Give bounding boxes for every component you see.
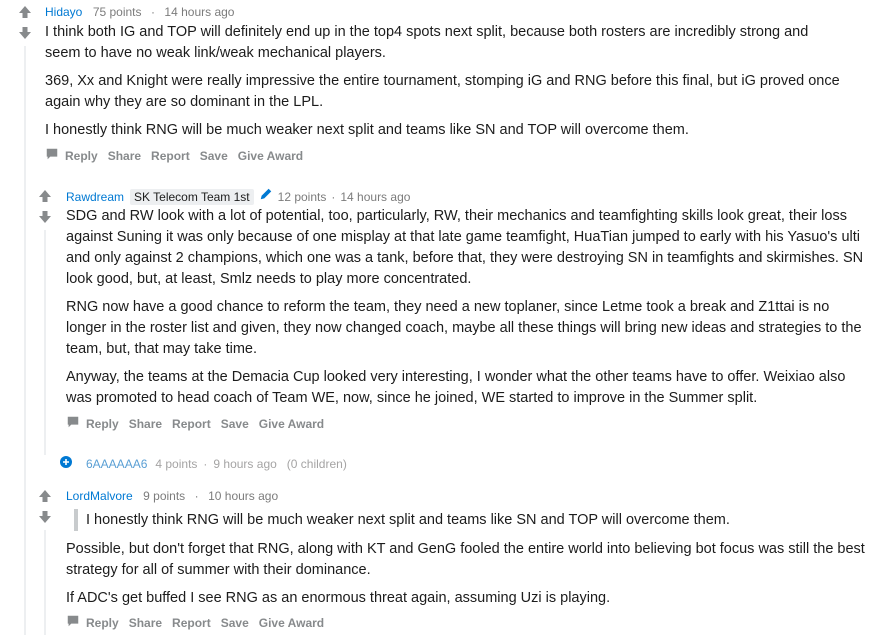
comment-paragraph: If ADC's get buffed I see RNG as an enor… — [66, 590, 611, 606]
upvote-arrow-icon[interactable] — [37, 488, 53, 504]
comment-actions: Reply Share Report Save Give Award — [45, 147, 313, 164]
comment-actions: Reply Share Report Save Give Award — [66, 614, 334, 631]
comment-paragraph: I honestly think RNG will be much weaker… — [45, 122, 689, 138]
give-award-button[interactable]: Give Award — [259, 616, 324, 630]
points: 75 points — [92, 5, 142, 19]
report-button[interactable]: Report — [172, 417, 211, 431]
comment-actions: Reply Share Report Save Give Award — [66, 415, 334, 432]
share-button[interactable]: Share — [129, 616, 162, 630]
separator-dot: · — [194, 489, 199, 503]
thread-line[interactable] — [24, 46, 26, 635]
comment-paragraph: 369, Xx and Knight were really impressiv… — [45, 73, 840, 110]
points: 12 points — [277, 189, 327, 204]
author-link[interactable]: LordMalvore — [66, 489, 133, 503]
separator-dot: · — [150, 5, 155, 19]
save-button[interactable]: Save — [221, 417, 249, 431]
comment-paragraph: SDG and RW look with a lot of potential,… — [66, 208, 864, 287]
points: 4 points — [155, 457, 198, 471]
blockquote: I honestly think RNG will be much weaker… — [74, 509, 730, 531]
save-button[interactable]: Save — [200, 149, 228, 163]
give-award-button[interactable]: Give Award — [259, 417, 324, 431]
reply-button[interactable]: Reply — [86, 417, 119, 431]
timestamp[interactable]: 9 hours ago — [213, 457, 276, 471]
share-button[interactable]: Share — [129, 417, 162, 431]
separator-dot: · — [203, 457, 208, 471]
timestamp[interactable]: 10 hours ago — [208, 489, 278, 503]
timestamp[interactable]: 14 hours ago — [340, 190, 410, 204]
comment-header: Hidayo 75 points · 14 hours ago — [45, 3, 234, 21]
comment-paragraph: Possible, but don't forget that RNG, alo… — [66, 541, 865, 578]
report-button[interactable]: Report — [172, 616, 211, 630]
collapsed-comment: 6AAAAAA6 4 points · 9 hours ago (0 child… — [60, 455, 347, 473]
give-award-button[interactable]: Give Award — [238, 149, 303, 163]
reply-button[interactable]: Reply — [86, 616, 119, 630]
separator-dot: · — [331, 189, 336, 204]
expand-plus-icon[interactable] — [60, 455, 72, 473]
comment-bubble-icon[interactable] — [45, 147, 59, 164]
author-link[interactable]: 6AAAAAA6 — [86, 457, 147, 471]
comment-header: Rawdream SK Telecom Team 1st 12 points ·… — [66, 187, 410, 206]
comment-bubble-icon[interactable] — [66, 614, 80, 631]
thread-line[interactable] — [44, 530, 46, 635]
author-link[interactable]: Hidayo — [45, 5, 82, 19]
comment-paragraph: RNG now have a good chance to reform the… — [66, 299, 862, 357]
comment-paragraph: I think both IG and TOP will definitely … — [45, 24, 809, 61]
points: 9 points — [143, 489, 186, 503]
comment-header: LordMalvore 9 points · 10 hours ago — [66, 487, 278, 505]
reply-button[interactable]: Reply — [65, 149, 98, 163]
report-button[interactable]: Report — [151, 149, 190, 163]
thread-line[interactable] — [44, 230, 46, 455]
share-button[interactable]: Share — [108, 149, 141, 163]
save-button[interactable]: Save — [221, 616, 249, 630]
downvote-arrow-icon[interactable] — [37, 209, 53, 225]
downvote-arrow-icon[interactable] — [37, 509, 53, 525]
upvote-arrow-icon[interactable] — [17, 4, 33, 20]
author-link[interactable]: Rawdream — [66, 190, 124, 204]
user-flair: SK Telecom Team 1st — [130, 188, 254, 205]
timestamp[interactable]: 14 hours ago — [164, 5, 234, 19]
comment-paragraph: Anyway, the teams at the Demacia Cup loo… — [66, 369, 846, 406]
pencil-icon — [259, 187, 273, 206]
upvote-arrow-icon[interactable] — [37, 188, 53, 204]
downvote-arrow-icon[interactable] — [17, 25, 33, 41]
children-count: (0 children) — [286, 457, 347, 471]
quote-text: I honestly think RNG will be much weaker… — [86, 512, 730, 528]
comment-bubble-icon[interactable] — [66, 415, 80, 432]
